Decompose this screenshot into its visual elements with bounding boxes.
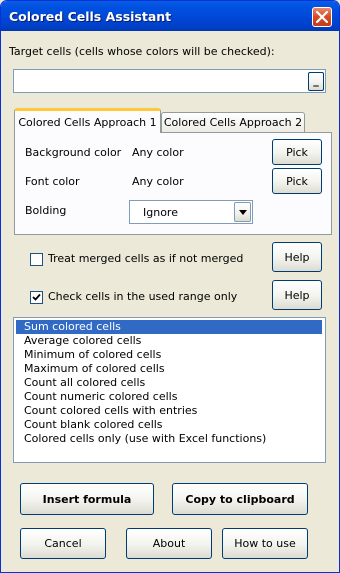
pick-font-button[interactable]: Pick [272, 168, 322, 194]
list-item[interactable]: Count colored cells with entries [16, 404, 197, 418]
background-color-label: Background color [25, 146, 122, 159]
copy-to-clipboard-label: Copy to clipboard [185, 492, 295, 506]
list-item[interactable]: Count numeric colored cells [16, 390, 177, 404]
list-item[interactable]: Average colored cells [16, 334, 141, 348]
close-icon [316, 11, 328, 23]
used-range-help-button[interactable]: Help [272, 280, 322, 310]
tab-approach-1[interactable]: Colored Cells Approach 1 [14, 108, 161, 133]
background-color-value: Any color [132, 146, 184, 159]
tab-approach-1-label: Colored Cells Approach 1 [18, 115, 157, 129]
title-bar[interactable]: Colored Cells Assistant [1, 1, 339, 31]
merged-help-label: Help [284, 250, 310, 264]
insert-formula-label: Insert formula [42, 492, 132, 506]
copy-to-clipboard-button[interactable]: Copy to clipboard [172, 483, 308, 515]
list-item[interactable]: Sum colored cells [16, 320, 322, 334]
cancel-button[interactable]: Cancel [20, 528, 106, 559]
list-item[interactable]: Maximum of colored cells [16, 362, 165, 376]
bolding-dropdown-button[interactable] [234, 202, 251, 222]
merged-help-button[interactable]: Help [272, 242, 322, 272]
bolding-label: Bolding [25, 204, 67, 217]
insert-formula-button[interactable]: Insert formula [20, 483, 154, 515]
cancel-label: Cancel [44, 537, 82, 550]
pick-background-label: Pick [286, 145, 308, 159]
tab-approach-2-label: Colored Cells Approach 2 [163, 116, 303, 129]
close-button[interactable] [312, 7, 332, 27]
about-label: About [152, 537, 186, 550]
merged-cells-label: Treat merged cells as if not merged [48, 252, 244, 265]
used-range-checkbox[interactable] [30, 291, 43, 304]
list-item[interactable]: Count blank colored cells [16, 418, 163, 432]
pick-background-button[interactable]: Pick [272, 139, 322, 165]
about-button[interactable]: About [126, 528, 212, 559]
bolding-select[interactable]: Ignore [129, 200, 253, 224]
window-title: Colored Cells Assistant [9, 9, 172, 24]
chevron-down-icon [238, 209, 247, 215]
bolding-selected-value: Ignore [143, 206, 178, 219]
checkmark-icon [32, 293, 41, 301]
how-to-use-label: How to use [234, 537, 296, 550]
pick-font-label: Pick [286, 174, 308, 188]
range-picker-label: _ [313, 74, 319, 87]
used-range-help-label: Help [284, 288, 310, 302]
dialog-window: Colored Cells Assistant Target cells (ce… [0, 0, 340, 573]
how-to-use-button[interactable]: How to use [222, 528, 308, 559]
font-color-label: Font color [25, 175, 80, 188]
list-item[interactable]: Colored cells only (use with Excel funct… [16, 432, 266, 446]
target-cells-label: Target cells (cells whose colors will be… [9, 45, 275, 58]
merged-cells-checkbox[interactable] [30, 253, 43, 266]
tab-approach-2[interactable]: Colored Cells Approach 2 [161, 112, 305, 132]
target-cells-input[interactable] [13, 69, 326, 93]
font-color-value: Any color [132, 175, 184, 188]
list-item[interactable]: Minimum of colored cells [16, 348, 161, 362]
used-range-label: Check cells in the used range only [48, 290, 238, 303]
range-picker-button[interactable]: _ [308, 72, 324, 91]
function-listbox[interactable]: Sum colored cells Average colored cells … [13, 317, 326, 463]
list-item[interactable]: Count all colored cells [16, 376, 145, 390]
